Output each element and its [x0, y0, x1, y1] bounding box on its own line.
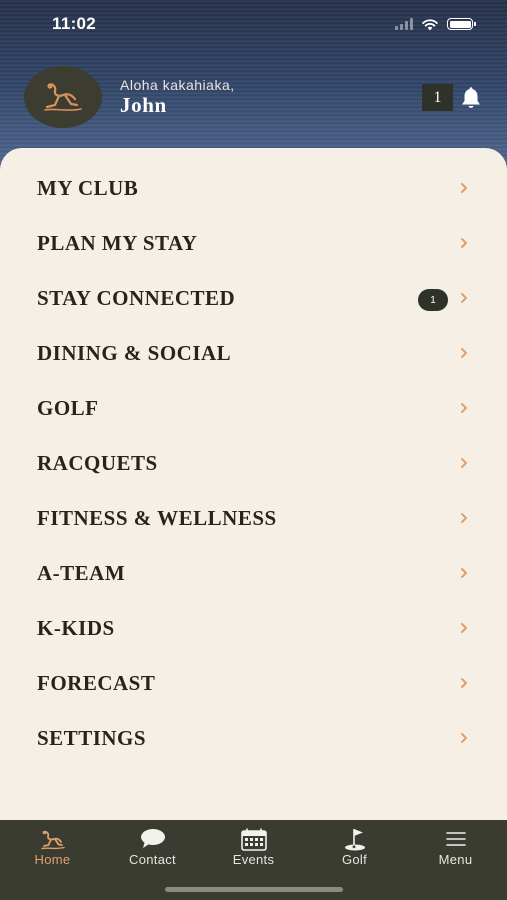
avatar[interactable]	[24, 66, 102, 128]
chevron-right-icon	[461, 403, 467, 413]
calendar-icon	[240, 828, 267, 851]
chevron-right-icon	[461, 623, 467, 633]
tab-label: Golf	[341, 852, 368, 867]
menu-item-label: DINING & SOCIAL	[37, 341, 232, 365]
menu-item-label: STAY CONNECTED	[37, 286, 236, 310]
menu-item-my-club[interactable]: MY CLUB	[0, 162, 507, 217]
chevron-right-icon	[461, 348, 467, 358]
chevron-right-icon	[461, 183, 467, 193]
chevron-right-icon	[461, 293, 467, 303]
home-logo-icon	[40, 830, 65, 850]
menu-item-label: A-TEAM	[37, 561, 126, 585]
cellular-signal-icon	[395, 18, 413, 30]
menu-sheet: MY CLUB PLAN MY STAY STAY CONNECTED 1 DI…	[0, 148, 507, 820]
menu-item-label: RACQUETS	[37, 451, 158, 475]
status-icons	[395, 14, 476, 34]
tab-label: Home	[34, 852, 71, 867]
menu-item-label: K-KIDS	[37, 616, 115, 640]
menu-item-golf[interactable]: GOLF	[0, 382, 507, 437]
status-bar: 11:02	[0, 0, 507, 48]
tab-label: Events	[232, 852, 275, 867]
tab-contact[interactable]: Contact	[102, 820, 203, 880]
menu-item-label: PLAN MY STAY	[37, 231, 198, 255]
menu-item-dining-social[interactable]: DINING & SOCIAL	[0, 327, 507, 382]
notification-count-badge[interactable]: 1	[422, 84, 453, 111]
battery-icon	[447, 18, 476, 30]
wifi-icon	[422, 18, 438, 30]
home-indicator	[165, 887, 343, 892]
club-logo-icon	[44, 83, 82, 111]
menu-item-plan-my-stay[interactable]: PLAN MY STAY	[0, 217, 507, 272]
tab-golf[interactable]: Golf	[304, 820, 405, 880]
menu-item-label: FORECAST	[37, 671, 156, 695]
chevron-right-icon	[461, 513, 467, 523]
menu-item-racquets[interactable]: RACQUETS	[0, 437, 507, 492]
golf-flag-icon	[344, 829, 365, 851]
menu-item-label: GOLF	[37, 396, 99, 420]
bell-icon[interactable]	[458, 86, 484, 110]
chevron-right-icon	[461, 678, 467, 688]
tab-events[interactable]: Events	[203, 820, 304, 880]
greeting-text: Aloha kakahiaka,	[120, 77, 235, 93]
hamburger-menu-icon	[445, 832, 466, 846]
chat-bubble-icon	[140, 829, 165, 848]
menu-item-label: MY CLUB	[37, 176, 139, 200]
menu-item-settings[interactable]: SETTINGS	[0, 712, 507, 767]
chevron-right-icon	[461, 568, 467, 578]
tab-home[interactable]: Home	[2, 820, 103, 880]
unread-count-badge: 1	[418, 289, 448, 311]
user-name: John	[120, 93, 167, 117]
chevron-right-icon	[461, 458, 467, 468]
menu-item-stay-connected[interactable]: STAY CONNECTED 1	[0, 272, 507, 327]
status-time: 11:02	[52, 14, 97, 33]
tab-menu[interactable]: Menu	[405, 820, 506, 880]
menu-item-fitness-wellness[interactable]: FITNESS & WELLNESS	[0, 492, 507, 547]
chevron-right-icon	[461, 238, 467, 248]
tab-label: Menu	[438, 852, 473, 867]
menu-item-forecast[interactable]: FORECAST	[0, 657, 507, 712]
tab-label: Contact	[129, 852, 176, 867]
menu-item-k-kids[interactable]: K-KIDS	[0, 602, 507, 657]
menu-item-a-team[interactable]: A-TEAM	[0, 547, 507, 602]
menu-item-label: SETTINGS	[37, 726, 147, 750]
chevron-right-icon	[461, 733, 467, 743]
menu-item-label: FITNESS & WELLNESS	[37, 506, 277, 530]
